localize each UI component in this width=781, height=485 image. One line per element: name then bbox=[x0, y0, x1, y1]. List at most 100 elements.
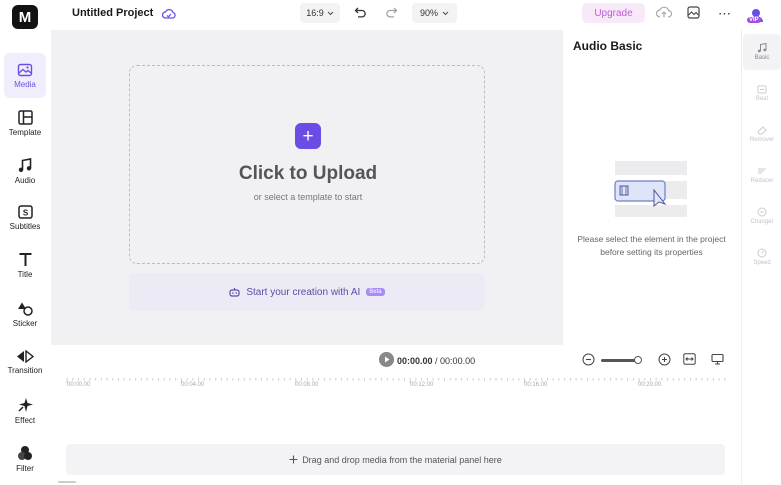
aspect-ratio-value: 16:9 bbox=[306, 8, 324, 18]
export-icon[interactable] bbox=[656, 6, 672, 19]
robot-icon bbox=[229, 288, 240, 297]
ruler-label: 00:12.00 bbox=[410, 382, 434, 388]
prop-tab-label: Beat bbox=[755, 96, 769, 102]
prop-tab-label: Changer bbox=[750, 219, 774, 225]
sidebar-item-label: Audio bbox=[14, 176, 36, 185]
ruler-label: 00:08.00 bbox=[295, 382, 319, 388]
prop-tab-label: Remover bbox=[749, 137, 775, 143]
timeline-zoom-handle[interactable] bbox=[634, 356, 642, 364]
effect-icon bbox=[17, 397, 33, 412]
reducer-icon bbox=[758, 168, 766, 174]
music-note-icon bbox=[757, 43, 767, 53]
chevron-down-icon bbox=[442, 11, 449, 15]
prop-tab-remover[interactable]: Remover bbox=[743, 116, 781, 152]
template-icon bbox=[17, 110, 33, 125]
title-icon bbox=[19, 253, 31, 266]
time-separator: / bbox=[432, 356, 441, 366]
timeline-scrollbar[interactable] bbox=[58, 481, 76, 483]
sidebar-item-template[interactable]: Template bbox=[4, 101, 46, 146]
prop-tab-changer[interactable]: Changer bbox=[743, 198, 781, 234]
property-tabs: Basic Beat Remover Reducer Changer Speed bbox=[741, 30, 781, 485]
remover-icon bbox=[756, 126, 767, 135]
beta-badge: Beta bbox=[366, 288, 385, 296]
preview-screen-icon[interactable] bbox=[711, 353, 724, 365]
prop-tab-basic[interactable]: Basic bbox=[743, 34, 781, 70]
zoom-value: 90% bbox=[419, 8, 438, 18]
sidebar-item-media[interactable]: Media bbox=[4, 53, 46, 98]
current-time: 00:00.00 bbox=[397, 356, 433, 366]
top-bar: M Untitled Project 16:9 90% Upgrade ⋯ VI… bbox=[0, 0, 781, 30]
sidebar-item-transition[interactable]: Transition bbox=[4, 340, 46, 385]
upload-plus-icon[interactable]: + bbox=[295, 123, 321, 149]
more-options-icon[interactable]: ⋯ bbox=[718, 6, 732, 22]
subtitles-icon: S bbox=[17, 204, 33, 219]
sidebar-item-subtitles[interactable]: S Subtitles bbox=[4, 195, 46, 240]
cloud-sync-icon[interactable] bbox=[162, 8, 176, 20]
prop-tab-label: Basic bbox=[754, 55, 770, 61]
sidebar-item-label: Transition bbox=[7, 366, 43, 375]
prop-tab-reducer[interactable]: Reducer bbox=[743, 157, 781, 193]
left-sidebar: Media Template Audio S Subtitles Title S… bbox=[0, 30, 51, 485]
drop-hint-text: Drag and drop media from the material pa… bbox=[302, 454, 502, 465]
upload-title: Click to Upload bbox=[238, 163, 378, 184]
redo-icon[interactable] bbox=[385, 6, 398, 18]
sidebar-item-title[interactable]: Title bbox=[4, 243, 46, 288]
audio-icon bbox=[18, 158, 32, 172]
speed-icon bbox=[757, 248, 767, 258]
timeline-drop-zone[interactable]: Drag and drop media from the material pa… bbox=[66, 444, 725, 475]
fit-timeline-icon[interactable] bbox=[683, 353, 696, 365]
ruler-label: 00:20.00 bbox=[638, 382, 662, 388]
media-icon bbox=[17, 63, 33, 76]
sidebar-item-sticker[interactable]: Sticker bbox=[4, 292, 46, 337]
vip-badge: VIP bbox=[747, 17, 761, 23]
sticker-icon bbox=[18, 302, 33, 316]
svg-text:S: S bbox=[22, 208, 28, 217]
ruler-ticks bbox=[66, 378, 726, 383]
sidebar-item-filter[interactable]: Filter bbox=[4, 436, 46, 481]
sidebar-item-label: Sticker bbox=[12, 319, 38, 328]
sidebar-item-label: Filter bbox=[16, 463, 34, 473]
prop-tab-speed[interactable]: Speed bbox=[743, 239, 781, 275]
zoom-in-icon[interactable] bbox=[658, 353, 671, 366]
properties-panel: Audio Basic Please select the element in… bbox=[563, 30, 740, 345]
ruler-label: 00:04.00 bbox=[181, 382, 205, 388]
zoom-out-icon[interactable] bbox=[582, 353, 595, 366]
sidebar-item-audio[interactable]: Audio bbox=[4, 149, 46, 194]
ai-creation-button[interactable]: Start your creation with AI Beta bbox=[129, 273, 485, 311]
project-title[interactable]: Untitled Project bbox=[72, 7, 153, 19]
sidebar-item-label: Title bbox=[17, 270, 33, 279]
ai-creation-label: Start your creation with AI bbox=[246, 286, 361, 298]
timeline-panel: 00:00.00 / 00:00.00 00:00.00 00:04.00 00… bbox=[51, 345, 741, 485]
chevron-down-icon bbox=[327, 11, 334, 15]
sidebar-item-label: Subtitles bbox=[9, 221, 41, 231]
aspect-ratio-select[interactable]: 16:9 bbox=[300, 3, 340, 23]
filter-icon bbox=[18, 445, 32, 460]
empty-state-illustration bbox=[614, 161, 687, 217]
transition-icon bbox=[17, 350, 34, 363]
panel-title: Audio Basic bbox=[573, 39, 643, 53]
upload-dropzone[interactable]: + Click to Upload or select a template t… bbox=[129, 65, 485, 264]
gallery-icon[interactable] bbox=[687, 6, 700, 19]
timeline-ruler[interactable]: 00:00.00 00:04.00 00:08.00 00:12.00 00:1… bbox=[66, 378, 726, 390]
upload-subtitle: or select a template to start bbox=[253, 192, 363, 202]
sidebar-item-label: Media bbox=[14, 79, 36, 89]
zoom-select[interactable]: 90% bbox=[412, 3, 457, 23]
undo-icon[interactable] bbox=[354, 6, 367, 18]
plus-icon bbox=[289, 455, 298, 464]
play-icon[interactable] bbox=[379, 352, 394, 367]
upgrade-button[interactable]: Upgrade bbox=[582, 3, 645, 23]
prop-tab-label: Reducer bbox=[750, 178, 774, 184]
preview-canvas: + Click to Upload or select a template t… bbox=[51, 30, 563, 345]
sidebar-item-label: Effect bbox=[14, 415, 36, 425]
prop-tab-beat[interactable]: Beat bbox=[743, 75, 781, 111]
ruler-label: 00:00.00 bbox=[67, 382, 91, 388]
sidebar-item-label: Template bbox=[8, 128, 42, 137]
sidebar-item-effect[interactable]: Effect bbox=[4, 388, 46, 433]
timecode: 00:00.00 / 00:00.00 bbox=[397, 356, 475, 366]
app-logo[interactable]: M bbox=[12, 5, 38, 29]
ruler-label: 00:16.00 bbox=[524, 382, 548, 388]
total-time: 00:00.00 bbox=[440, 356, 476, 366]
empty-state-message: Please select the element in the project… bbox=[577, 234, 726, 257]
prop-tab-label: Speed bbox=[753, 260, 771, 266]
voice-changer-icon bbox=[757, 207, 767, 217]
